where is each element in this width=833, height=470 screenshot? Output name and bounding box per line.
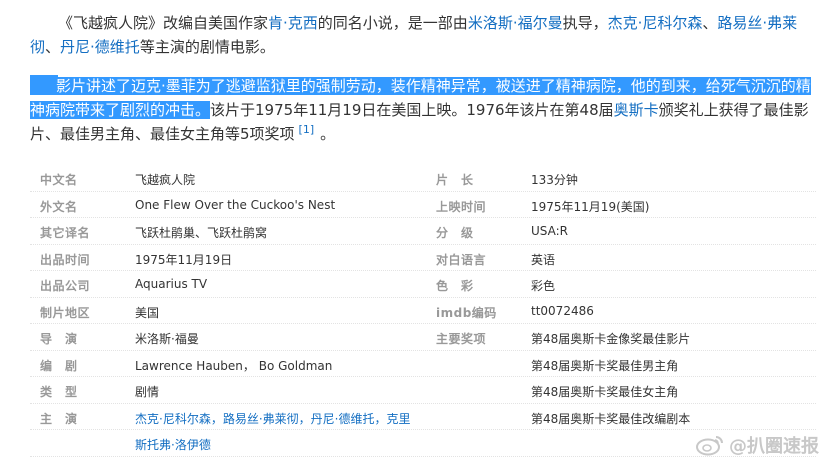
info-label: 导 演	[40, 332, 78, 346]
watermark-text: @扒圈速报	[729, 436, 819, 457]
info-value: 第48届奥斯卡金像奖最佳影片	[531, 332, 691, 346]
info-value: 飞越疯人院	[135, 173, 196, 187]
info-row: 中文名 飞越疯人院 片 长 133分钟	[30, 165, 816, 192]
weibo-icon	[696, 436, 723, 456]
info-label: 外文名	[40, 199, 78, 214]
info-label: 出品时间	[40, 252, 91, 267]
person-link[interactable]: 肯·克西	[268, 14, 318, 32]
info-value: Lawrence Hauben， Bo Goldman	[135, 358, 333, 373]
info-label: 出品公司	[40, 279, 91, 293]
watermark: @扒圈速报	[695, 432, 819, 458]
person-link[interactable]: 丹尼·德维托	[60, 38, 140, 56]
info-value: 剧情	[135, 385, 160, 399]
info-label: 主要奖项	[436, 332, 487, 346]
intro-paragraph-2: 影片讲述了迈克·墨菲为了逃避监狱里的强制劳动，装作精神异常，被送进了精神病院，他…	[30, 74, 816, 146]
info-value: tt0072486	[531, 303, 594, 318]
info-value: 英语	[531, 252, 556, 267]
info-value: 彩色	[531, 279, 556, 293]
info-value: Aquarius TV	[135, 277, 208, 291]
info-row: 编 剧 Lawrence Hauben， Bo Goldman 第48届奥斯卡奖最佳…	[30, 351, 816, 377]
info-label: 分 级	[436, 226, 474, 240]
intro-text: 、	[45, 38, 61, 56]
info-value: 133分钟	[531, 173, 578, 187]
intro-text: 的同名小说，是一部由	[317, 14, 468, 32]
intro-text: 、	[702, 14, 718, 32]
highlight-indent	[30, 75, 58, 95]
info-label: 中文名	[40, 173, 78, 187]
intro-text: 执导，	[562, 14, 608, 32]
person-link[interactable]: 米洛斯·福尔曼	[468, 14, 563, 32]
info-row: 其它译名 飞跃杜鹃巢、飞跃杜鹃窝 分 级 USA:R	[30, 218, 816, 245]
info-label: 编 剧	[40, 358, 78, 373]
info-row: 制片地区 美国 imdb编码 tt0072486	[30, 298, 816, 324]
paragraph-end: 。	[320, 125, 336, 143]
info-row: 类 型 剧情 第48届奥斯卡奖最佳女主角	[30, 377, 816, 404]
info-row: 导 演 米洛斯·福曼 主要奖项 第48届奥斯卡金像奖最佳影片	[30, 324, 816, 351]
info-label: 主 演	[40, 411, 78, 426]
info-value: 1975年11月19(美国)	[531, 199, 650, 214]
intro-text: 《飞越疯人院》改编自美国作家	[58, 14, 269, 32]
info-value: 第48届奥斯卡奖最佳男主角	[531, 358, 679, 373]
lead-actors-links[interactable]: 斯托弗·洛伊德	[135, 436, 211, 453]
info-value: 第48届奥斯卡奖最佳改编剧本	[531, 411, 691, 426]
person-link[interactable]: 杰克·尼科尔森	[608, 14, 703, 32]
info-label: 色 彩	[436, 279, 474, 293]
reference-link[interactable]: [1]	[299, 123, 315, 136]
info-row: 主 演 杰克·尼科尔森，路易丝·弗莱彻，丹尼·德维托，克里 第48届奥斯卡奖最佳改编…	[30, 404, 816, 430]
info-row: 外文名 One Flew Over the Cuckoo's Nest 上映时间 19…	[30, 192, 816, 218]
info-value: 美国	[135, 305, 160, 320]
info-value: 米洛斯·福曼	[135, 332, 199, 346]
intro-text: 等主演的剧情电影。	[139, 38, 275, 56]
info-label: 对白语言	[436, 252, 487, 267]
info-label: 上映时间	[436, 199, 487, 214]
basic-info-table: 中文名 飞越疯人院 片 长 133分钟外文名 One Flew Over the Cuc…	[30, 165, 816, 457]
oscar-link[interactable]: 奥斯卡	[614, 101, 659, 119]
info-value: One Flew Over the Cuckoo's Nest	[135, 197, 336, 212]
info-value: 第48届奥斯卡奖最佳女主角	[531, 385, 679, 399]
info-label: 类 型	[40, 385, 78, 399]
info-row: 出品公司 Aquarius TV 色 彩 彩色	[30, 271, 816, 298]
info-label: imdb编码	[436, 305, 497, 320]
release-text: 该片于1975年11月19日在美国上映。1976年该片在第48届	[210, 101, 614, 119]
info-label: 其它译名	[40, 226, 91, 240]
info-label: 制片地区	[40, 305, 91, 320]
info-value: 飞跃杜鹃巢、飞跃杜鹃窝	[135, 226, 268, 240]
intro-paragraph-1: 《飞越疯人院》改编自美国作家肯·克西的同名小说，是一部由米洛斯·福尔曼执导，杰克…	[30, 11, 816, 59]
info-value: 1975年11月19日	[135, 252, 233, 267]
info-row: 出品时间 1975年11月19日 对白语言 英语	[30, 245, 816, 271]
info-value: USA:R	[531, 224, 569, 238]
info-label: 片 长	[436, 173, 474, 187]
lead-actors-links[interactable]: 杰克·尼科尔森，路易丝·弗莱彻，丹尼·德维托，克里	[135, 410, 410, 427]
